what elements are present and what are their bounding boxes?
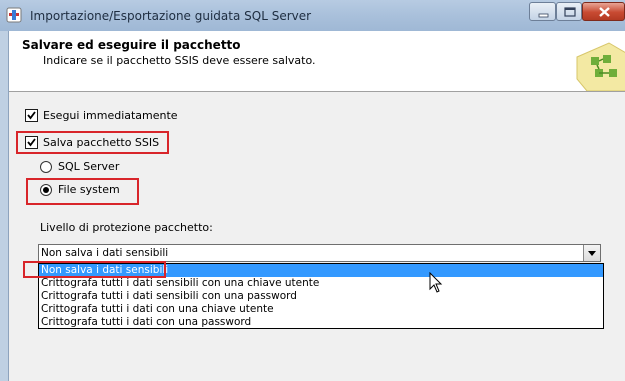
file-system-radio[interactable]: [40, 184, 52, 196]
close-button[interactable]: [582, 2, 625, 21]
dropdown-option-2[interactable]: Crittografa tutti i dati sensibili con u…: [39, 290, 603, 303]
mouse-cursor-icon: [429, 272, 443, 293]
highlight-box-selected-option: [23, 261, 166, 278]
dropdown-option-3[interactable]: Crittografa tutti i dati con una chiave …: [39, 303, 603, 316]
dropdown-option-1[interactable]: Crittografa tutti i dati sensibili con u…: [39, 277, 603, 290]
radio-selected-dot: [43, 187, 49, 193]
sql-server-label: SQL Server: [58, 160, 120, 173]
title-bar[interactable]: Importazione/Esportazione guidata SQL Se…: [0, 0, 625, 31]
minimize-icon: [538, 13, 549, 18]
sql-server-radio[interactable]: [40, 161, 52, 173]
package-wizard-icon: [576, 42, 625, 91]
sql-server-app-icon: [6, 7, 22, 23]
maximize-icon: [564, 7, 576, 17]
file-system-label: File system: [58, 183, 120, 196]
chevron-down-icon: [588, 251, 596, 256]
page-title: Salvare ed eseguire il pacchetto: [22, 38, 241, 52]
wizard-client-area: Salvare ed eseguire il pacchetto Indicar…: [8, 31, 625, 381]
checkmark-icon: [27, 111, 36, 120]
save-ssis-label: Salva pacchetto SSIS: [43, 136, 160, 149]
close-icon: [599, 7, 610, 17]
page-subtitle: Indicare se il pacchetto SSIS deve esser…: [43, 54, 316, 67]
save-ssis-checkbox[interactable]: [25, 136, 38, 149]
run-now-label: Esegui immediatamente: [43, 109, 178, 122]
page-header: Salvare ed eseguire il pacchetto Indicar…: [9, 31, 625, 92]
minimize-button[interactable]: [529, 2, 556, 21]
maximize-button[interactable]: [556, 2, 582, 21]
window-title: Importazione/Esportazione guidata SQL Se…: [30, 9, 312, 23]
protection-level-label: Livello di protezione pacchetto:: [40, 221, 213, 234]
dropdown-option-4[interactable]: Crittografa tutti i dati con una passwor…: [39, 316, 603, 329]
protection-level-combobox[interactable]: Non salva i dati sensibili: [38, 244, 601, 262]
protection-level-value: Non salva i dati sensibili: [41, 247, 169, 259]
run-now-checkbox[interactable]: [25, 109, 38, 122]
checkmark-icon: [27, 138, 36, 147]
combobox-dropdown-button[interactable]: [583, 245, 600, 261]
wizard-window: Importazione/Esportazione guidata SQL Se…: [0, 0, 625, 381]
